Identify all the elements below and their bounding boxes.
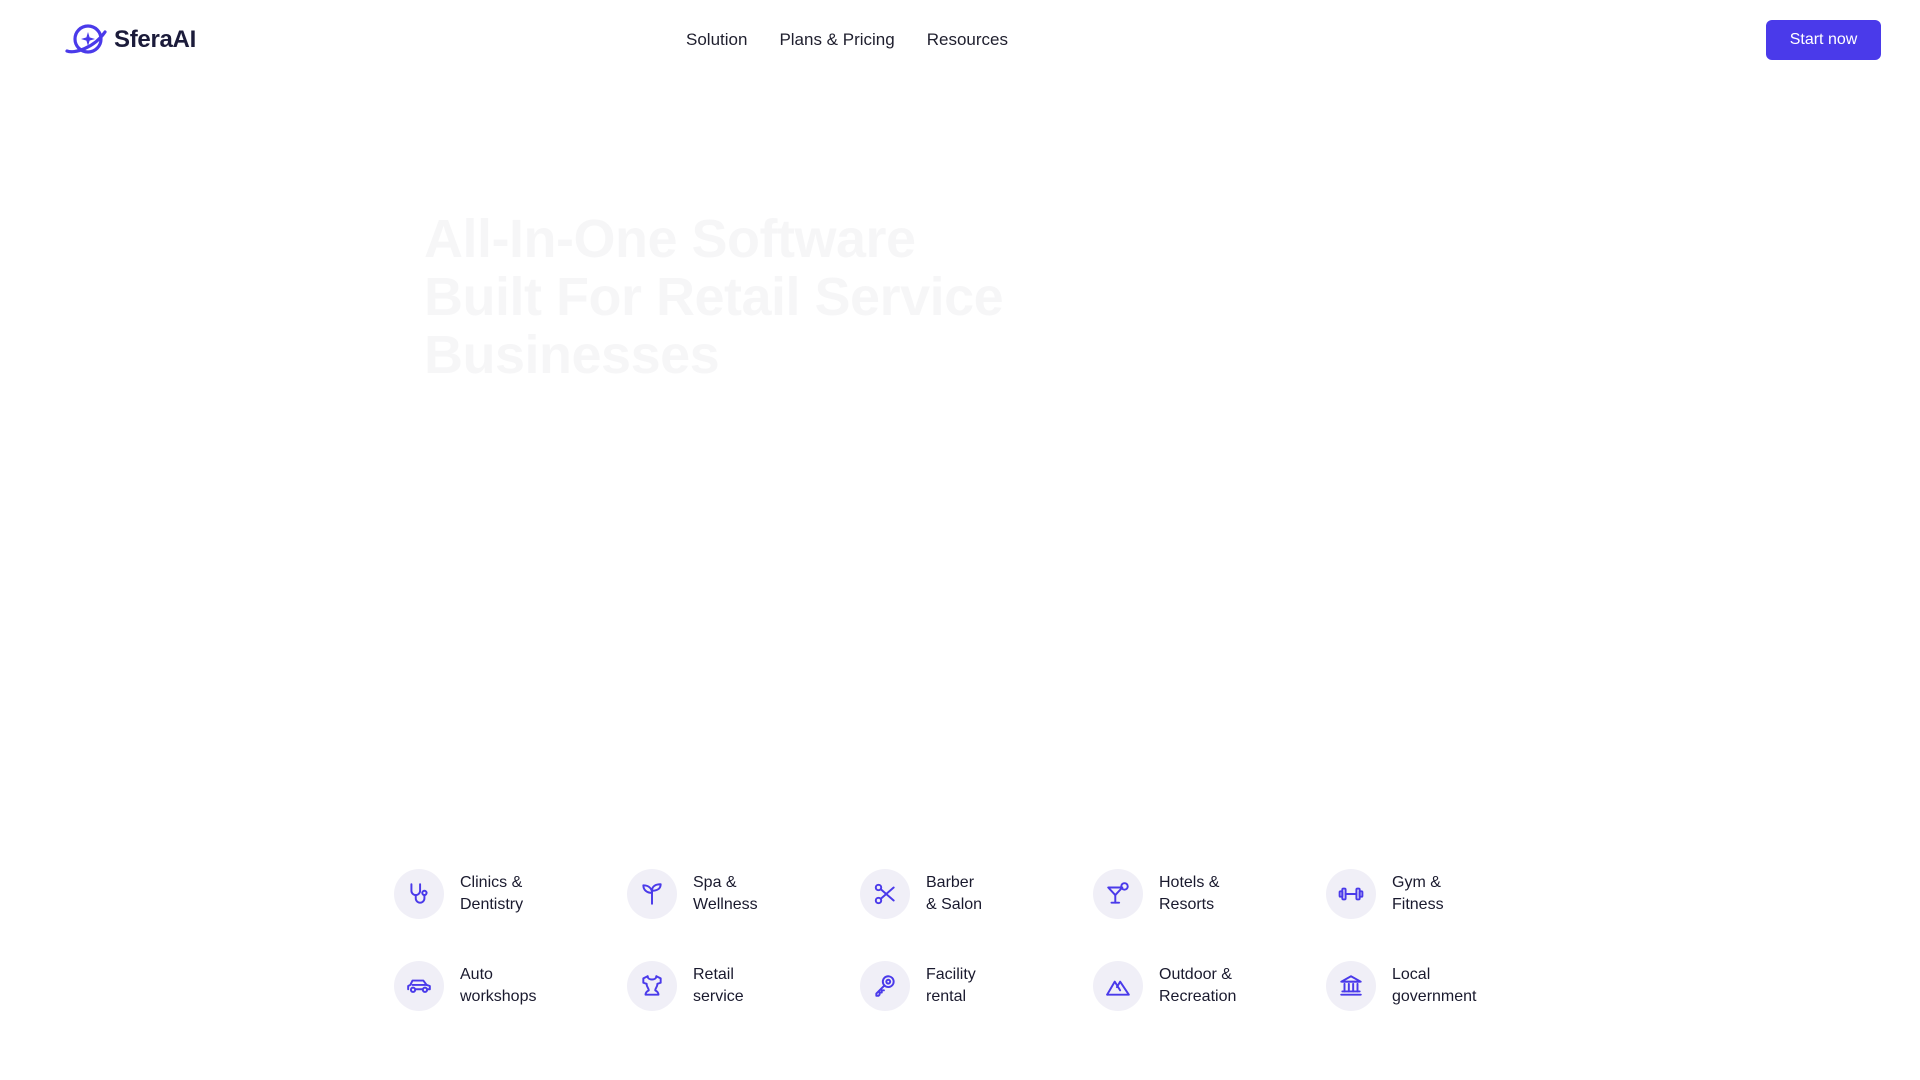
industry-label: Auto workshops <box>460 966 537 1005</box>
key-icon <box>860 961 910 1011</box>
nav-resources[interactable]: Resources <box>927 30 1008 50</box>
nav-plans-pricing[interactable]: Plans & Pricing <box>779 30 894 50</box>
nav-solution[interactable]: Solution <box>686 30 747 50</box>
shirt-icon <box>627 961 677 1011</box>
industry-label: Hotels & Resorts <box>1159 874 1220 913</box>
industry-label: Barber & Salon <box>926 874 983 913</box>
dumbbell-icon <box>1326 869 1376 919</box>
main-nav: Solution Plans & Pricing Resources <box>686 28 1008 52</box>
hero-title-line: All-In-One Software <box>424 210 1064 268</box>
hero-section: All-In-One Software Built For Retail Ser… <box>424 210 1064 384</box>
industry-barber-salon[interactable]: Barber & Salon <box>860 862 1093 926</box>
car-icon <box>394 961 444 1011</box>
industry-label: Local government <box>1392 966 1477 1005</box>
industry-label: Spa & Wellness <box>693 874 758 913</box>
industry-retail-service[interactable]: Retail service <box>627 954 860 1018</box>
brand-name: SferaAI <box>114 26 196 53</box>
industry-hotels-resorts[interactable]: Hotels & Resorts <box>1093 862 1326 926</box>
industry-clinics-dentistry[interactable]: Clinics & Dentistry <box>394 862 627 926</box>
industry-label: Facility rental <box>926 966 976 1005</box>
government-building-icon <box>1326 961 1376 1011</box>
industry-outdoor-recreation[interactable]: Outdoor & Recreation <box>1093 954 1326 1018</box>
hero-title-line: Built For Retail Service <box>424 268 1064 326</box>
brand-logo[interactable]: SferaAI <box>64 20 196 60</box>
industry-local-government[interactable]: Local government <box>1326 954 1559 1018</box>
industry-spa-wellness[interactable]: Spa & Wellness <box>627 862 860 926</box>
industry-auto-workshops[interactable]: Auto workshops <box>394 954 627 1018</box>
industry-label: Outdoor & Recreation <box>1159 966 1237 1005</box>
hero-title: All-In-One Software Built For Retail Ser… <box>424 210 1064 384</box>
site-header: SferaAI Solution Plans & Pricing Resourc… <box>0 0 1920 80</box>
planet-logo-icon <box>65 24 107 54</box>
sprout-icon <box>627 869 677 919</box>
industry-gym-fitness[interactable]: Gym & Fitness <box>1326 862 1559 926</box>
industry-label: Retail service <box>693 966 744 1005</box>
stethoscope-icon <box>394 869 444 919</box>
scissors-icon <box>860 869 910 919</box>
cocktail-icon <box>1093 869 1143 919</box>
industry-facility-rental[interactable]: Facility rental <box>860 954 1093 1018</box>
industry-label: Clinics & Dentistry <box>460 874 524 913</box>
landing-page: SferaAI Solution Plans & Pricing Resourc… <box>0 0 1920 1080</box>
hero-title-line: Businesses <box>424 326 1064 384</box>
mountain-icon <box>1093 961 1143 1011</box>
industries-grid: Clinics & Dentistry Spa & Wellness Barbe… <box>394 862 1559 1018</box>
start-now-button[interactable]: Start now <box>1766 20 1881 60</box>
industry-label: Gym & Fitness <box>1392 874 1444 913</box>
